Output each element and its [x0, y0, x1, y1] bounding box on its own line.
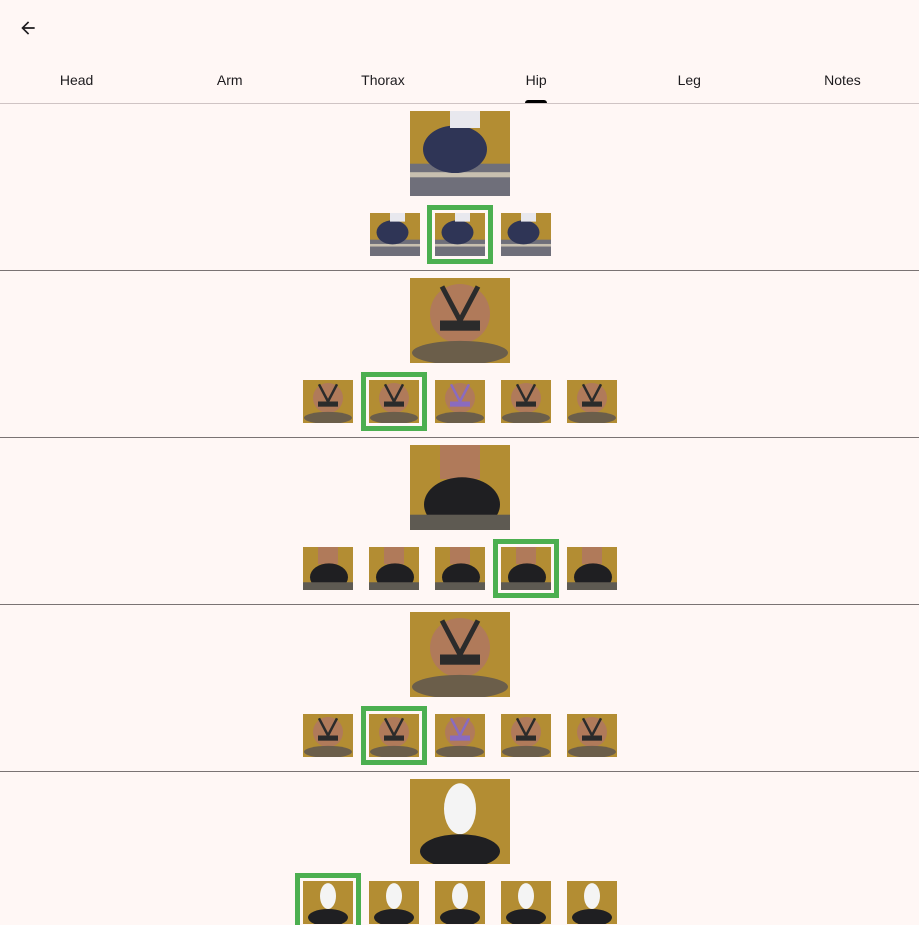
- tab-label: Head: [59, 71, 94, 88]
- thumbnail[interactable]: [435, 547, 485, 590]
- main-photo: [410, 612, 510, 697]
- thumbnail[interactable]: [501, 881, 551, 924]
- tab-hip[interactable]: Hip: [460, 56, 613, 103]
- posture-section: [0, 605, 919, 772]
- thumbnail-row: [0, 706, 919, 766]
- thumbnail[interactable]: [501, 714, 551, 757]
- tab-bar: Head Arm Thorax Hip Leg Notes: [0, 56, 919, 104]
- tab-arm[interactable]: Arm: [153, 56, 306, 103]
- posture-section: [0, 772, 919, 925]
- tab-thorax[interactable]: Thorax: [306, 56, 459, 103]
- thumbnail[interactable]: [567, 714, 617, 757]
- thumbnail[interactable]: [369, 881, 419, 924]
- tab-indicator: [525, 100, 548, 103]
- thumbnail[interactable]: [567, 380, 617, 423]
- thumbnail[interactable]: [435, 881, 485, 924]
- posture-section: [0, 104, 919, 271]
- thumbnail[interactable]: [303, 714, 353, 757]
- thumbnail-selected[interactable]: [361, 706, 427, 765]
- posture-section: [0, 438, 919, 605]
- posture-photo-list[interactable]: [0, 104, 919, 925]
- thumbnail[interactable]: [567, 547, 617, 590]
- thumbnail[interactable]: [435, 380, 485, 423]
- main-photo: [410, 278, 510, 363]
- thumbnail[interactable]: [303, 380, 353, 423]
- tab-label: Leg: [677, 71, 701, 88]
- app-bar: [0, 0, 919, 56]
- tab-head[interactable]: Head: [0, 56, 153, 103]
- thumbnail-selected[interactable]: [493, 539, 559, 598]
- thumbnail[interactable]: [435, 714, 485, 757]
- tab-label: Thorax: [361, 71, 405, 88]
- tab-label: Notes: [824, 71, 861, 88]
- tab-leg[interactable]: Leg: [613, 56, 766, 103]
- thumbnail-row: [0, 205, 919, 265]
- posture-section: [0, 271, 919, 438]
- main-photo: [410, 445, 510, 530]
- thumbnail-row: [0, 372, 919, 432]
- thumbnail[interactable]: [501, 380, 551, 423]
- tab-notes[interactable]: Notes: [766, 56, 919, 103]
- thumbnail[interactable]: [501, 213, 551, 256]
- main-photo: [410, 779, 510, 864]
- main-photo: [410, 111, 510, 196]
- thumbnail[interactable]: [303, 547, 353, 590]
- thumbnail-row: [0, 873, 919, 925]
- arrow-back-icon: [18, 18, 38, 38]
- thumbnail-selected[interactable]: [427, 205, 493, 264]
- thumbnail[interactable]: [370, 213, 420, 256]
- back-button[interactable]: [12, 12, 44, 44]
- tab-label: Hip: [525, 71, 547, 88]
- thumbnail[interactable]: [369, 547, 419, 590]
- thumbnail[interactable]: [567, 881, 617, 924]
- tab-label: Arm: [216, 71, 243, 88]
- thumbnail-selected[interactable]: [361, 372, 427, 431]
- thumbnail-selected[interactable]: [295, 873, 361, 925]
- thumbnail-row: [0, 539, 919, 599]
